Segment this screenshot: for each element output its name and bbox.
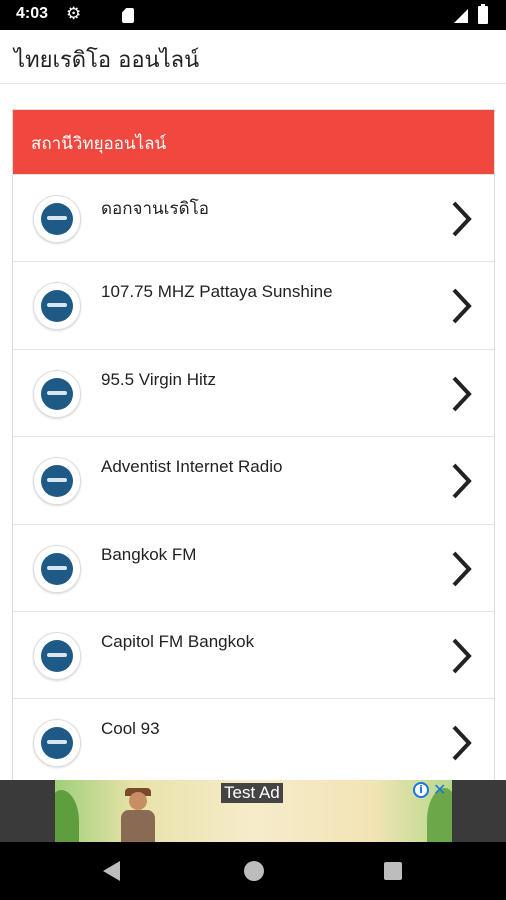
station-name: Cool 93 xyxy=(101,719,160,739)
chevron-right-icon xyxy=(452,289,472,324)
gear-icon: ⚙ xyxy=(66,4,82,24)
station-row[interactable]: 107.75 MHZ Pattaya Sunshine xyxy=(13,261,494,349)
ad-banner[interactable]: Test Ad i ✕ xyxy=(55,780,452,842)
station-row[interactable]: 95.5 Virgin Hitz xyxy=(13,348,494,437)
navigation-bar xyxy=(0,842,506,900)
station-logo-icon xyxy=(33,544,81,593)
station-logo-icon xyxy=(33,719,81,768)
station-row[interactable]: Bangkok FM xyxy=(13,523,494,611)
signal-icon xyxy=(454,9,468,23)
recent-apps-icon[interactable] xyxy=(384,862,402,880)
station-name: Bangkok FM xyxy=(101,544,197,564)
sd-card-icon xyxy=(122,8,134,23)
station-name: Adventist Internet Radio xyxy=(101,457,283,477)
chevron-right-icon xyxy=(452,376,472,412)
station-row[interactable]: Adventist Internet Radio xyxy=(13,436,494,524)
station-list-card: สถานีวิทยุออนไลน์ ดอกจานเรดิโอ 107.75 MH… xyxy=(12,109,495,780)
close-icon[interactable]: ✕ xyxy=(433,780,446,799)
station-logo-icon xyxy=(33,282,81,331)
battery-icon xyxy=(478,4,488,24)
chevron-right-icon xyxy=(452,725,472,761)
info-icon[interactable]: i xyxy=(413,782,429,798)
main-content[interactable]: สถานีวิทยุออนไลน์ ดอกจานเรดิโอ 107.75 MH… xyxy=(0,84,506,780)
station-logo-icon xyxy=(33,369,81,418)
app-bar: ไทยเรดิโอ ออนไลน์ xyxy=(0,30,506,84)
ad-label: Test Ad xyxy=(221,783,283,803)
app-title: ไทยเรดิโอ ออนไลน์ xyxy=(14,48,200,73)
chevron-right-icon xyxy=(452,463,472,499)
station-logo-icon xyxy=(33,457,81,506)
ad-bar: Test Ad i ✕ xyxy=(0,780,506,842)
station-row[interactable]: ดอกจานเรดิโอ xyxy=(13,174,494,262)
section-header: สถานีวิทยุออนไลน์ xyxy=(13,110,494,174)
chevron-right-icon xyxy=(452,201,472,237)
ad-figure-image xyxy=(115,788,161,842)
station-name: 107.75 MHZ Pattaya Sunshine xyxy=(101,282,333,302)
chevron-right-icon xyxy=(452,638,472,674)
status-time: 4:03 xyxy=(16,5,49,22)
station-logo-icon xyxy=(33,631,81,680)
station-name: ดอกจานเรดิโอ xyxy=(101,199,209,218)
home-icon[interactable] xyxy=(244,861,264,881)
back-icon[interactable] xyxy=(103,861,120,881)
chevron-right-icon xyxy=(452,551,472,586)
status-bar: 4:03 ⚙ xyxy=(0,0,506,30)
leaf-decoration xyxy=(55,790,79,842)
station-row[interactable]: Capitol FM Bangkok xyxy=(13,610,494,699)
station-row[interactable]: Cool 93 xyxy=(13,698,494,780)
station-logo-icon xyxy=(33,195,81,243)
station-name: 95.5 Virgin Hitz xyxy=(101,369,216,389)
station-name: Capitol FM Bangkok xyxy=(101,631,255,651)
